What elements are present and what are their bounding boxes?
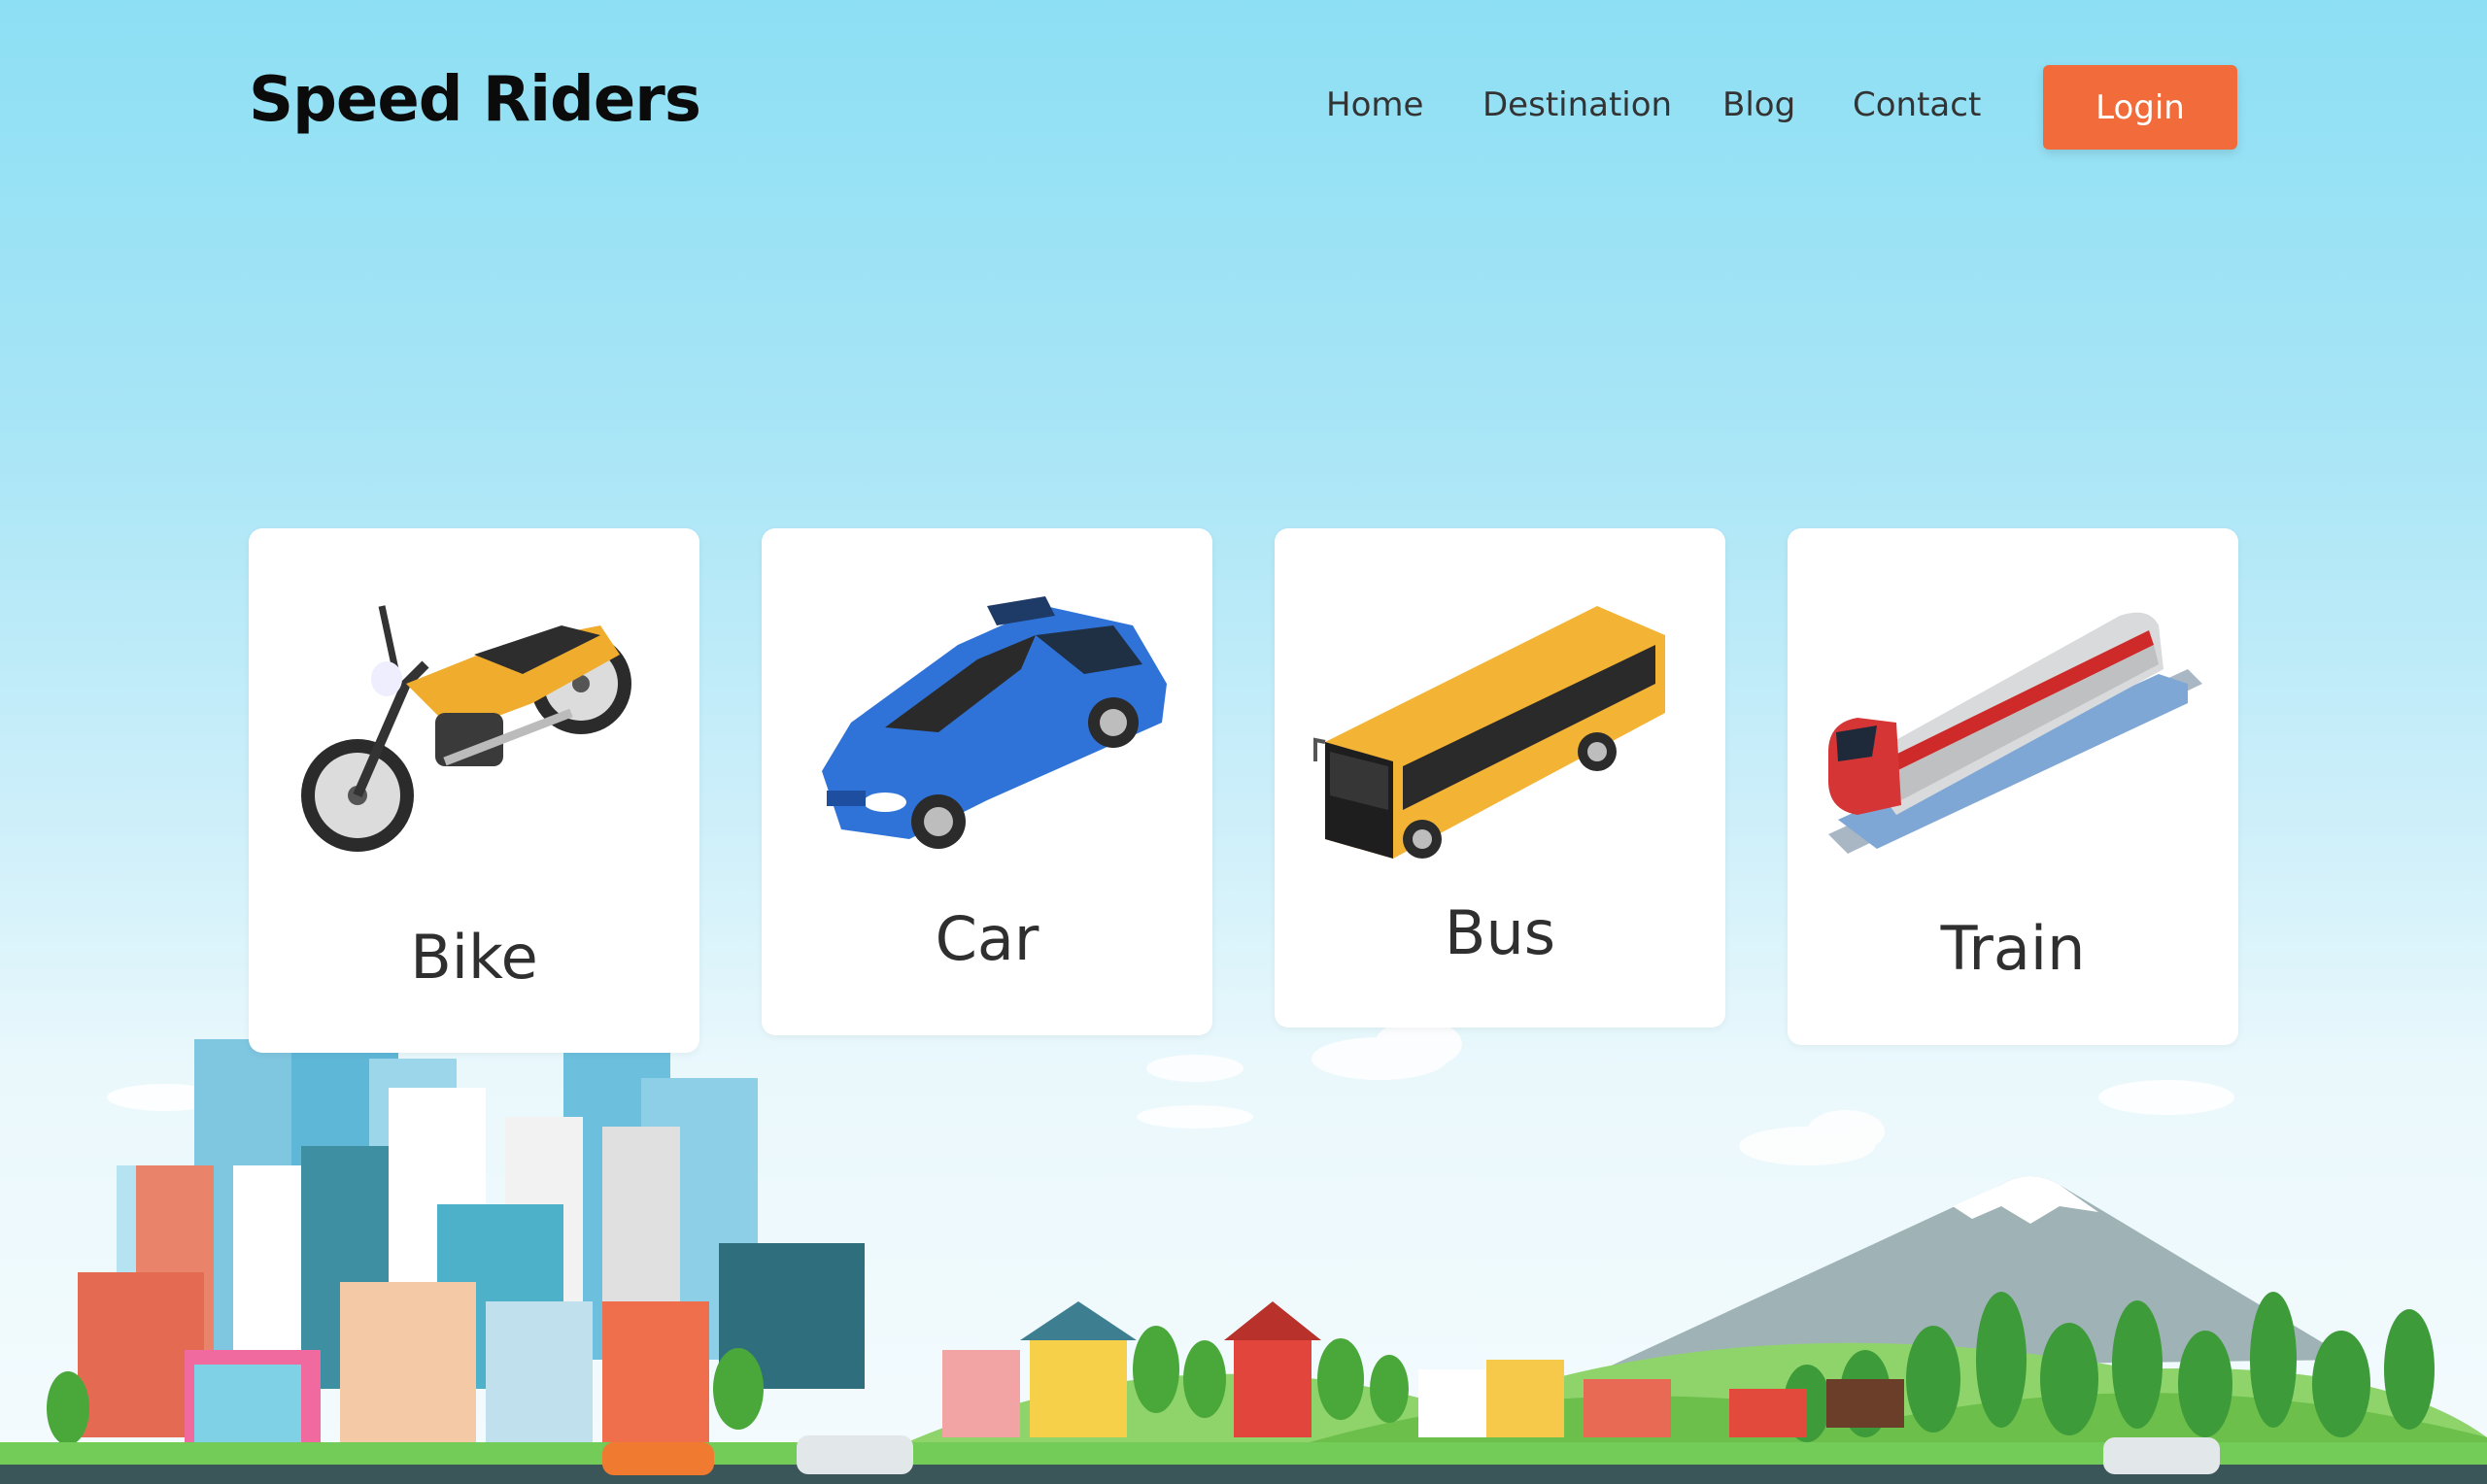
nav-contact[interactable]: Contact — [1853, 85, 1981, 124]
card-bike[interactable]: Bike — [249, 528, 699, 1053]
card-car[interactable]: Car — [762, 528, 1212, 1035]
train-icon — [1828, 612, 2202, 854]
card-bus[interactable]: Bus — [1275, 528, 1725, 1028]
card-label-train: Train — [1940, 913, 2086, 984]
login-button[interactable]: Login — [2043, 65, 2237, 150]
card-label-bus: Bus — [1444, 897, 1556, 968]
card-label-bike: Bike — [410, 922, 538, 993]
card-label-car: Car — [935, 903, 1039, 974]
nav-blog[interactable]: Blog — [1722, 85, 1795, 124]
car-icon — [822, 596, 1167, 849]
nav-home[interactable]: Home — [1326, 85, 1423, 124]
nav-destination[interactable]: Destination — [1482, 85, 1672, 124]
card-train[interactable]: Train — [1788, 528, 2238, 1045]
brand-logo[interactable]: Speed Riders — [249, 64, 701, 136]
motorcycle-icon — [301, 605, 631, 852]
bus-icon — [1313, 606, 1665, 859]
navbar: Speed Riders Home Destination Blog Conta… — [0, 0, 2487, 214]
